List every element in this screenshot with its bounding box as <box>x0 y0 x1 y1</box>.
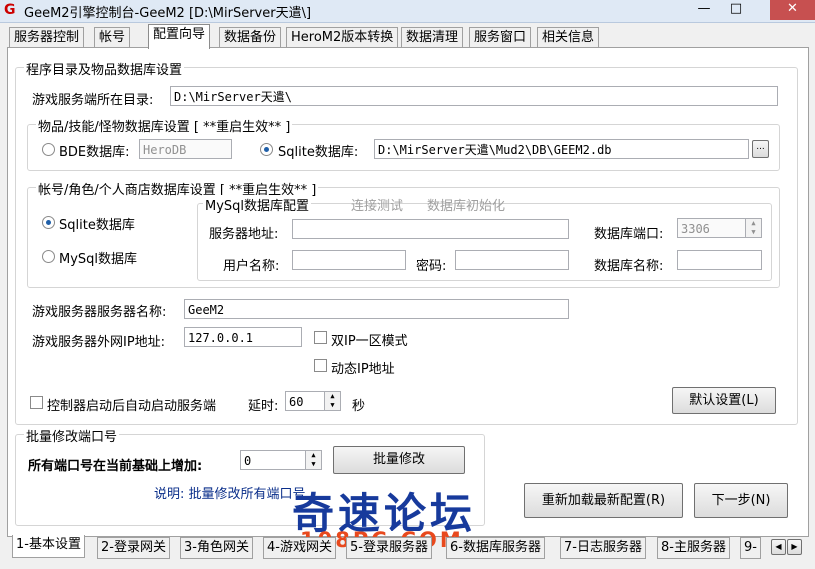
port-value: 3306 <box>681 222 710 236</box>
bde-db-label: BDE数据库: <box>59 145 130 160</box>
batch-note: 说明: 批量修改所有端口号 <box>154 487 306 502</box>
autostart-checkbox[interactable] <box>30 396 43 409</box>
batch-port-title: 批量修改端口号 <box>24 426 120 445</box>
mysql-config-title: MySql数据库配置 <box>203 195 312 214</box>
maximize-icon[interactable]: □ <box>722 0 750 20</box>
batch-modify-button[interactable]: 批量修改 <box>333 446 465 474</box>
tab-data-backup[interactable]: 数据备份 <box>219 27 282 48</box>
port-label: 数据库端口: <box>594 227 664 242</box>
delay-stepper[interactable]: 60 ▲ ▼ <box>285 391 341 411</box>
port-increase-stepper[interactable]: 0 ▲ ▼ <box>240 450 322 470</box>
dbname-input[interactable] <box>677 250 762 270</box>
tab-game-gateway[interactable]: 4-游戏网关 <box>263 537 336 559</box>
port-increase-spin-icon[interactable]: ▲ ▼ <box>305 451 321 469</box>
tab-9[interactable]: 9- <box>740 537 761 559</box>
tab-role-gateway[interactable]: 3-角色网关 <box>180 537 253 559</box>
delay-value: 60 <box>289 395 304 409</box>
tab-herom2-convert[interactable]: HeroM2版本转换 <box>286 27 399 48</box>
app-logo-icon: G <box>4 2 16 18</box>
program-dir-group-title: 程序目录及物品数据库设置 <box>24 59 185 78</box>
next-step-button[interactable]: 下一步(N) <box>694 483 788 518</box>
server-name-label: 游戏服务器服务器名称: <box>32 305 167 320</box>
dynamic-ip-label: 动态IP地址 <box>331 362 395 377</box>
port-increase-value: 0 <box>244 454 252 468</box>
delay-label: 延时: <box>248 399 279 414</box>
reload-config-button[interactable]: 重新加载最新配置(R) <box>524 483 683 518</box>
port-spin-icon[interactable]: ▲ ▼ <box>745 219 761 237</box>
tab-login-gateway[interactable]: 2-登录网关 <box>97 537 170 559</box>
delay-spin-icon[interactable]: ▲ ▼ <box>324 392 340 410</box>
dynamic-ip-checkbox[interactable] <box>314 359 327 372</box>
user-input[interactable] <box>292 250 406 270</box>
tab-account[interactable]: 帐号 <box>94 27 131 48</box>
password-input[interactable] <box>455 250 569 270</box>
tab-config-wizard[interactable]: 配置向导 <box>148 24 211 49</box>
sqlite-db-radio[interactable] <box>260 143 273 156</box>
server-dir-label: 游戏服务端所在目录: <box>32 93 154 108</box>
autostart-label: 控制器启动后自动启动服务端 <box>47 399 217 414</box>
dual-ip-checkbox[interactable] <box>314 331 327 344</box>
title-bar: G GeeM2引擎控制台-GeeM2 [D:\MirServer天遣\] — □… <box>0 0 815 23</box>
port-increase-label: 所有端口号在当前基础上增加: <box>28 459 203 474</box>
sqlite-db-path-input[interactable]: D:\MirServer天遣\Mud2\DB\GEEM2.db <box>374 139 749 159</box>
tab-related-info[interactable]: 相关信息 <box>537 27 600 48</box>
account-sqlite-radio[interactable] <box>42 216 55 229</box>
minimize-icon[interactable]: — <box>690 0 718 20</box>
bde-db-radio[interactable] <box>42 143 55 156</box>
tab-db-server[interactable]: 6-数据库服务器 <box>446 537 545 559</box>
dual-ip-label: 双IP一区模式 <box>331 334 408 349</box>
default-settings-button[interactable]: 默认设置(L) <box>672 387 776 414</box>
host-input[interactable] <box>292 219 569 239</box>
external-ip-label: 游戏服务器外网IP地址: <box>32 335 166 350</box>
server-name-input[interactable]: GeeM2 <box>184 299 569 319</box>
tab-data-cleanup[interactable]: 数据清理 <box>401 27 464 48</box>
delay-unit: 秒 <box>352 399 366 414</box>
tab-scroll-right-icon[interactable]: ▶ <box>787 539 802 555</box>
external-ip-input[interactable]: 127.0.0.1 <box>184 327 302 347</box>
sqlite-db-label: Sqlite数据库: <box>278 145 359 160</box>
account-mysql-label: MySql数据库 <box>59 252 138 267</box>
host-label: 服务器地址: <box>209 227 279 242</box>
port-stepper[interactable]: 3306 ▲ ▼ <box>677 218 762 238</box>
dbname-label: 数据库名称: <box>594 259 664 274</box>
user-label: 用户名称: <box>223 259 280 274</box>
item-db-group-title: 物品/技能/怪物数据库设置 [ **重启生效** ] <box>36 116 293 135</box>
connection-test-link[interactable]: 连接测试 <box>351 195 403 214</box>
server-dir-input[interactable]: D:\MirServer天遣\ <box>170 86 778 106</box>
tab-service-window[interactable]: 服务窗口 <box>469 27 532 48</box>
db-init-link[interactable]: 数据库初始化 <box>427 195 505 214</box>
account-mysql-radio[interactable] <box>42 250 55 263</box>
tab-log-server[interactable]: 7-日志服务器 <box>560 537 646 559</box>
account-sqlite-label: Sqlite数据库 <box>59 218 135 233</box>
tab-login-server[interactable]: 5-登录服务器 <box>346 537 432 559</box>
close-icon[interactable]: ✕ <box>770 0 815 20</box>
tab-basic-settings[interactable]: 1-基本设置 <box>12 535 85 558</box>
tab-server-control[interactable]: 服务器控制 <box>9 27 85 48</box>
tab-scroll-left-icon[interactable]: ◀ <box>771 539 786 555</box>
browse-button[interactable]: ... <box>752 140 769 158</box>
window-title: GeeM2引擎控制台-GeeM2 [D:\MirServer天遣\] <box>24 6 312 21</box>
tab-main-server[interactable]: 8-主服务器 <box>657 537 730 559</box>
bde-db-input[interactable]: HeroDB <box>139 139 232 159</box>
password-label: 密码: <box>416 259 447 274</box>
